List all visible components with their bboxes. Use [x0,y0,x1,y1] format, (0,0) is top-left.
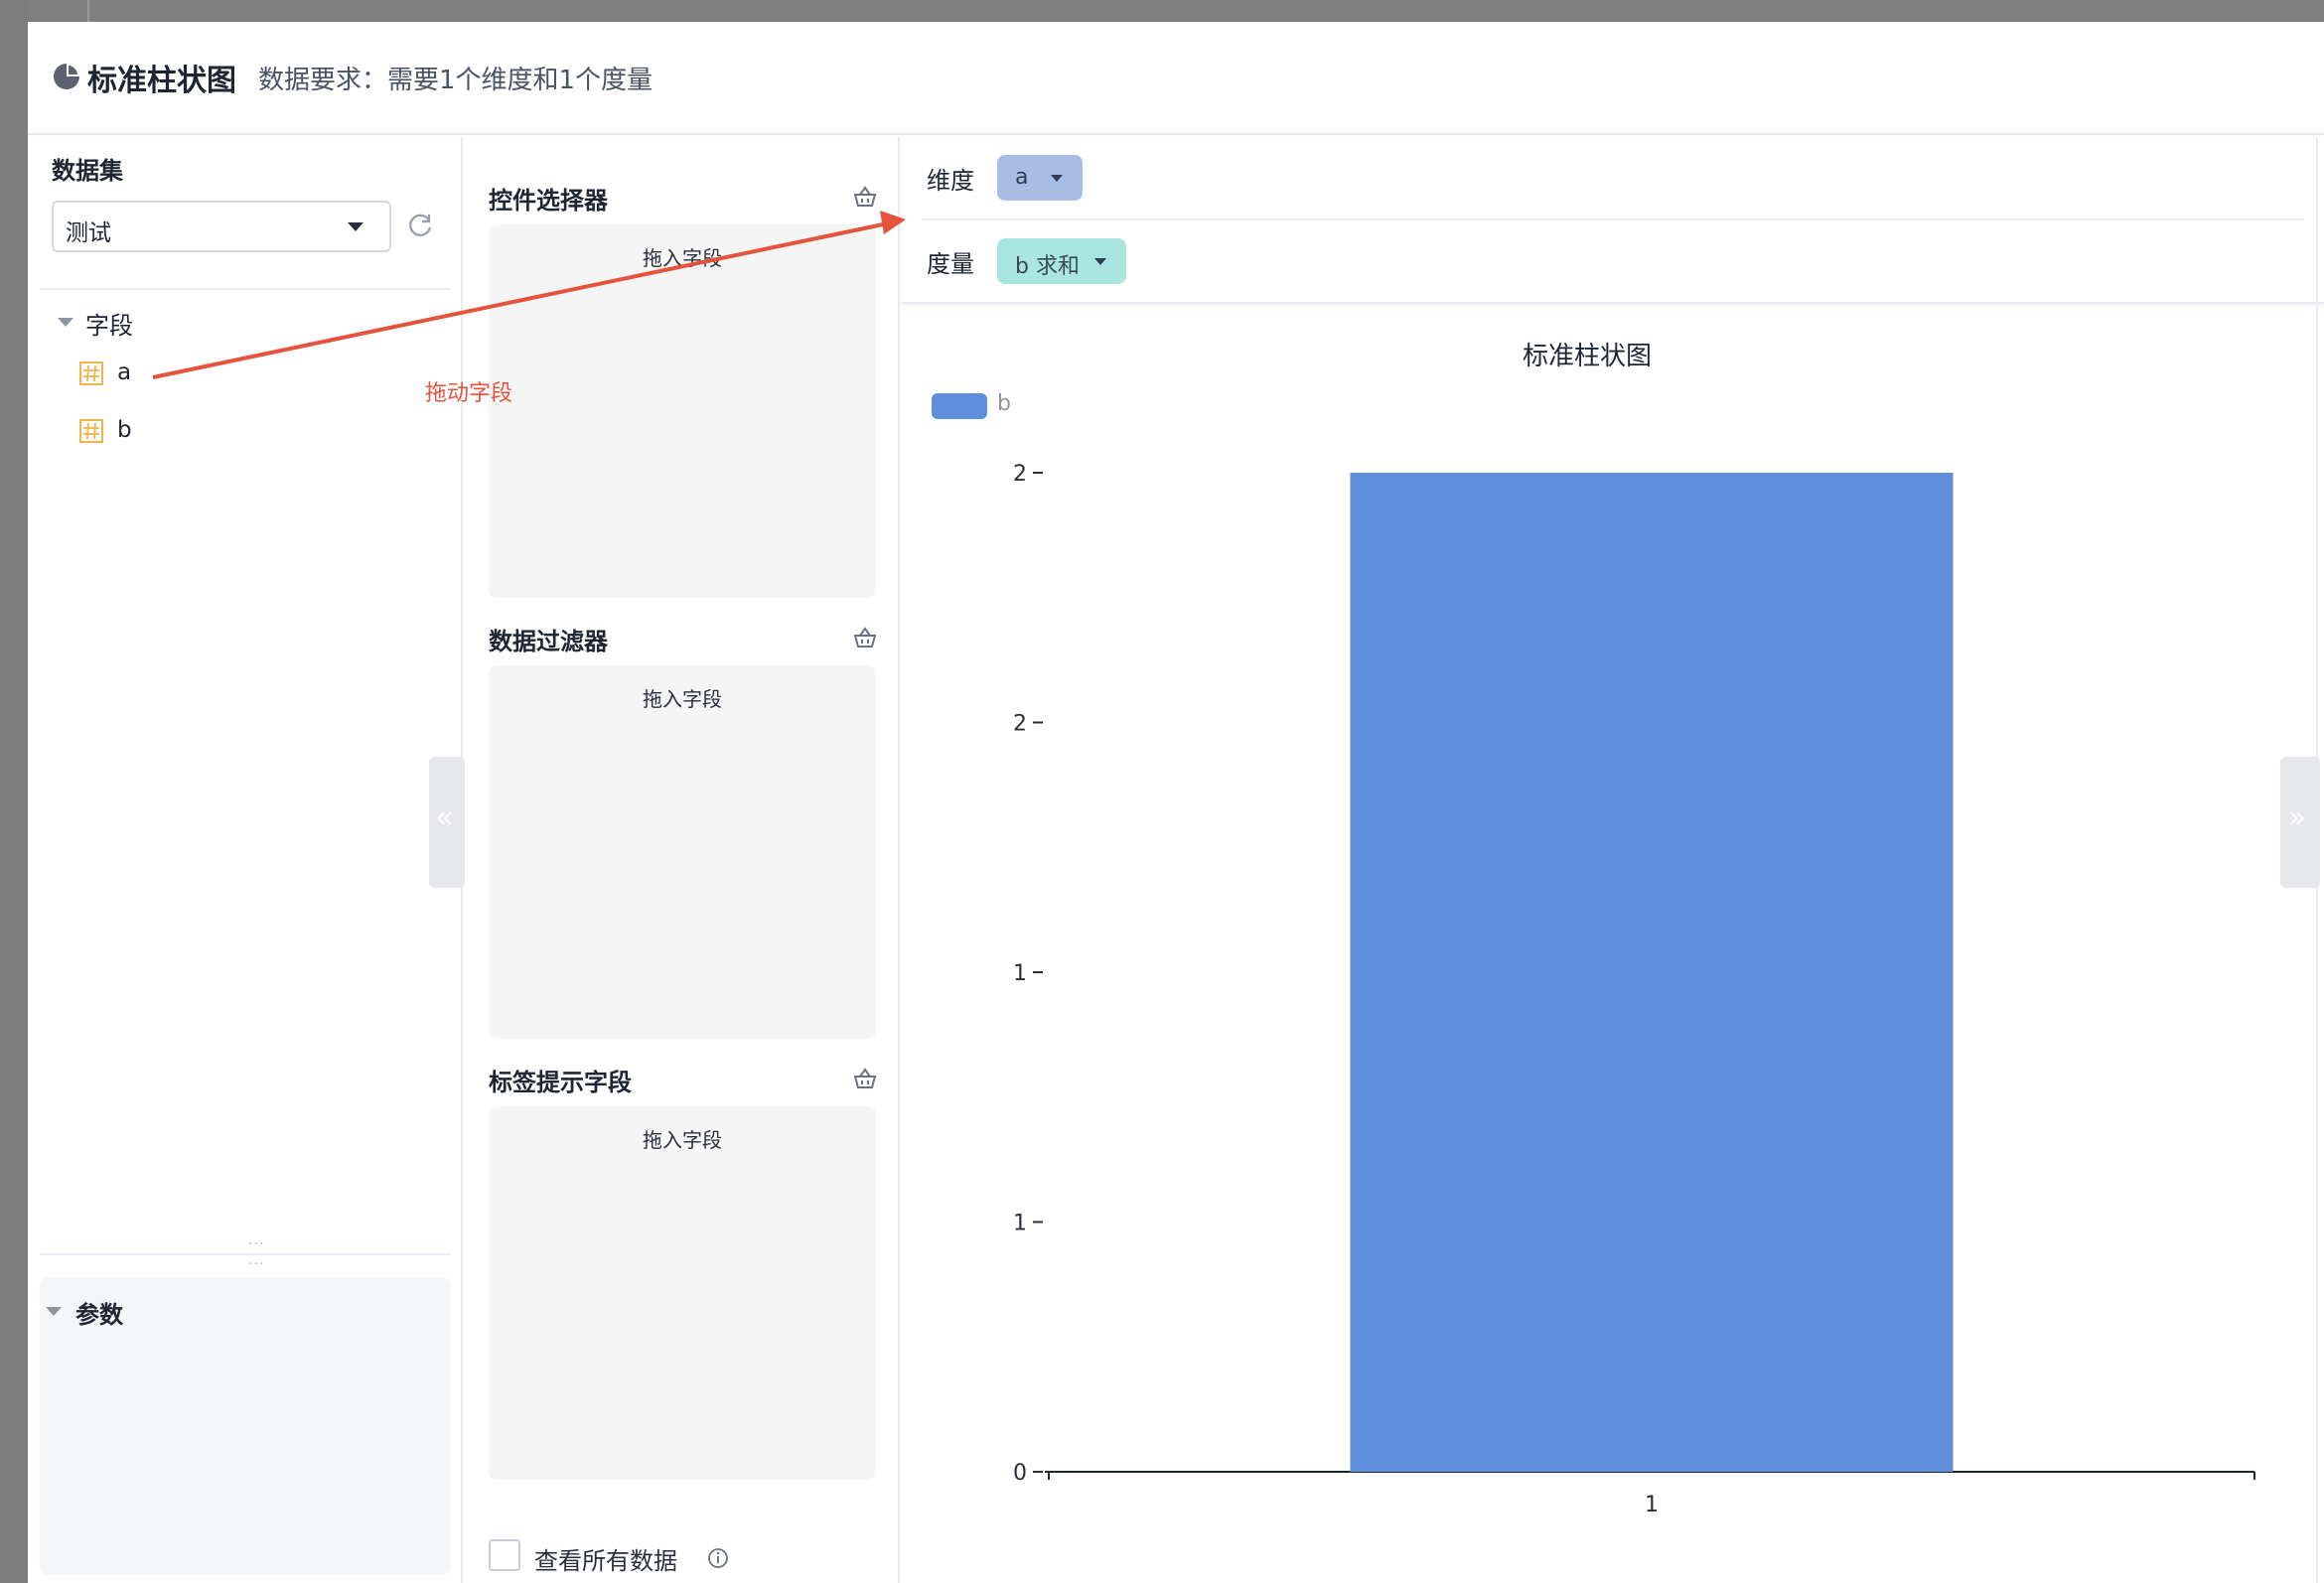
y-tick-label: 1 [1013,1212,1027,1236]
background-divider [87,0,89,22]
bar[interactable] [1350,473,1954,1472]
field-label: a [117,360,132,385]
view-all-data-checkbox[interactable] [489,1539,520,1571]
drop-hint: 拖入字段 [643,1128,722,1152]
background-page-strip [0,0,28,1583]
control-selector-dropzone[interactable]: 拖入字段 [489,224,876,598]
drop-zones-panel: 控件选择器 拖入字段 数据过滤器 拖入字段 标签提示字段 拖入字段 查看所有数据 [465,137,900,1583]
resize-handle-icon[interactable]: ··· [248,1237,264,1251]
bar-chart: 1 0 1 1 2 2 [1013,462,2255,1517]
chart-panel: 维度 a 度量 b 求和 » 标准柱状图 b 1 01122 [902,137,2324,1583]
view-all-data-label: 查看所有数据 [534,1547,677,1575]
params-divider [40,1253,451,1255]
dataset-divider [40,288,451,290]
number-field-icon [79,419,103,443]
dataset-select-value: 测试 [66,220,111,246]
clear-basket-icon[interactable] [852,1067,878,1090]
drop-hint: 拖入字段 [643,687,722,711]
tooltip-field-dropzone[interactable]: 拖入字段 [489,1106,876,1480]
resize-handle-icon[interactable]: ··· [248,1257,264,1271]
y-tick-label: 1 [1013,961,1027,986]
collapse-left-button[interactable]: « [429,757,465,888]
pie-chart-icon [54,64,79,89]
number-field-icon [79,361,103,385]
chart-editor-dialog: 标准柱状图 数据要求：需要1个维度和1个度量 数据集 测试 字段 a b ···… [28,22,2324,1583]
drop-hint: 拖入字段 [643,246,722,270]
y-tick-label: 2 [1013,712,1027,737]
dataset-title: 数据集 [52,157,123,185]
dialog-title: 标准柱状图 [87,64,236,98]
y-tick-label: 2 [1013,462,1027,487]
info-icon[interactable] [707,1547,729,1569]
data-requirement-text: 数据要求：需要1个维度和1个度量 [258,66,654,95]
tree-caret-icon[interactable] [58,318,73,327]
y-tick-label: 0 [1013,1461,1027,1486]
data-filter-dropzone[interactable]: 拖入字段 [489,665,876,1039]
fields-title: 字段 [85,312,133,340]
dialog-header: 标准柱状图 数据要求：需要1个维度和1个度量 [28,22,2324,135]
tree-caret-icon[interactable] [46,1307,62,1316]
chevron-down-icon [348,222,363,231]
refresh-icon[interactable] [405,211,435,240]
double-chevron-left-icon: « [435,800,454,835]
params-title: 参数 [75,1301,123,1329]
x-tick-label: 1 [1645,1493,1659,1517]
dataset-panel: 数据集 测试 字段 a b ··· ··· 参数 « [28,137,465,1583]
tooltip-field-title: 标签提示字段 [489,1069,632,1096]
data-filter-title: 数据过滤器 [489,628,608,655]
field-item-a[interactable]: a [79,358,377,393]
clear-basket-icon[interactable] [852,626,878,649]
params-section: 参数 [40,1277,451,1575]
drag-annotation-label: 拖动字段 [425,381,513,406]
clear-basket-icon[interactable] [852,185,878,209]
field-item-b[interactable]: b [79,415,377,451]
control-selector-title: 控件选择器 [489,187,608,215]
field-label: b [117,417,132,443]
dataset-select[interactable]: 测试 [52,201,391,252]
